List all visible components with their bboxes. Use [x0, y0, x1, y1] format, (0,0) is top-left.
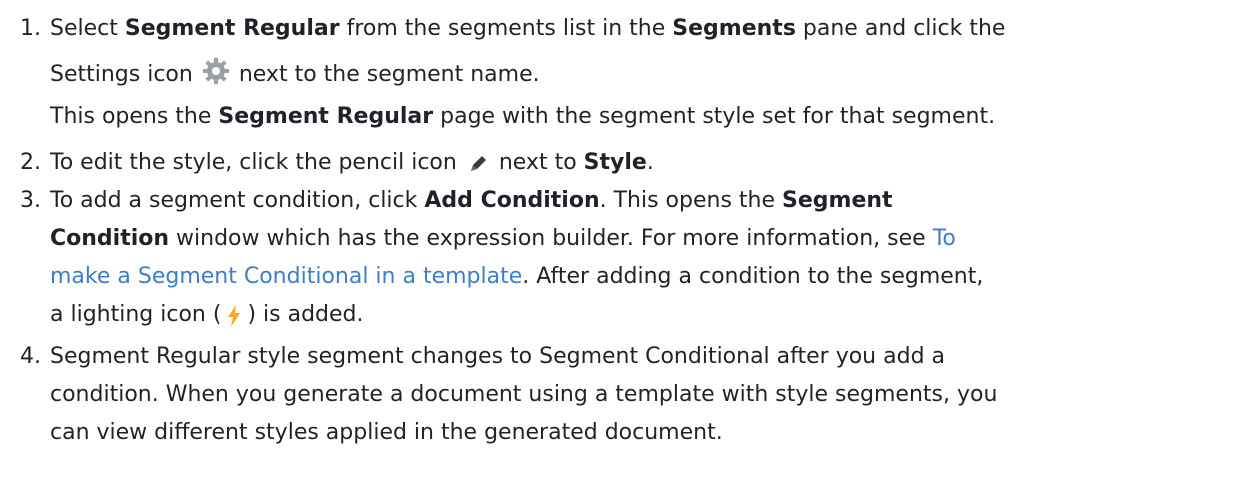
- step-body: Select Segment Regular from the segments…: [50, 10, 1242, 136]
- text: page with the segment style set for that…: [433, 104, 996, 129]
- bold-term: Segment: [782, 188, 893, 213]
- text: from the segments list in the: [339, 16, 673, 41]
- step-line: make a Segment Conditional in a template…: [50, 258, 1242, 296]
- text: . This opens the: [599, 188, 783, 213]
- step-line: This opens the Segment Regular page with…: [50, 98, 1242, 136]
- text: pane and click the: [795, 16, 1006, 41]
- text: window which has the expression builder.…: [169, 226, 933, 251]
- step-number: 2.: [20, 150, 41, 175]
- text: Settings icon: [50, 62, 193, 87]
- bold-term: Add Condition: [424, 188, 600, 213]
- step-line: Select Segment Regular from the segments…: [50, 10, 1242, 48]
- segment-conditional-link[interactable]: To: [933, 226, 956, 251]
- instruction-steps: 1. Select Segment Regular from the segme…: [0, 0, 1250, 495]
- bold-term: Style: [583, 150, 647, 175]
- lightning-bolt-icon: [227, 302, 241, 327]
- text: ) is added.: [247, 302, 364, 327]
- segment-conditional-link[interactable]: make a Segment Conditional in a template: [50, 264, 522, 289]
- bold-term: Segment Regular: [218, 104, 434, 129]
- step-body: To add a segment condition, click Add Co…: [50, 182, 1242, 334]
- bold-term: Segment Regular: [124, 16, 340, 41]
- step-4: 4. Segment Regular style segment changes…: [0, 338, 1242, 458]
- text: To edit the style, click the pencil icon: [50, 150, 457, 175]
- step-line: Settings icon next to the segment name.: [50, 52, 1242, 98]
- step-line: Segment Regular style segment changes to…: [50, 344, 946, 369]
- text: Select: [50, 16, 125, 41]
- step-body: To edit the style, click the pencil icon…: [50, 144, 1242, 182]
- step-number: 1.: [20, 16, 41, 41]
- step-line: a lighting icon ( ) is added.: [50, 296, 1242, 334]
- text: next to: [498, 150, 584, 175]
- step-line: condition. When you generate a document …: [50, 382, 998, 407]
- step-line: Condition window which has the expressio…: [50, 220, 1242, 258]
- step-number: 3.: [20, 188, 41, 213]
- step-1: 1. Select Segment Regular from the segme…: [0, 10, 1242, 140]
- bold-term: Segments: [672, 16, 796, 41]
- text: To add a segment condition, click: [50, 188, 425, 213]
- step-line: To add a segment condition, click Add Co…: [50, 182, 1242, 220]
- settings-gear-icon: [201, 56, 231, 86]
- step-line: can view different styles applied in the…: [50, 420, 723, 445]
- text: This opens the: [50, 104, 219, 129]
- text: next to the segment name.: [238, 62, 540, 87]
- text: . After adding a condition to the segmen…: [522, 264, 984, 289]
- step-3: 3. To add a segment condition, click Add…: [0, 182, 1242, 334]
- text: .: [646, 150, 654, 175]
- step-line: To edit the style, click the pencil icon…: [50, 144, 1242, 182]
- bold-term: Condition: [50, 226, 170, 251]
- step-body: Segment Regular style segment changes to…: [50, 338, 1242, 452]
- text: a lighting icon (: [50, 302, 222, 327]
- step-2: 2. To edit the style, click the pencil i…: [0, 144, 1242, 184]
- step-number: 4.: [20, 344, 41, 369]
- pencil-icon: [467, 150, 489, 172]
